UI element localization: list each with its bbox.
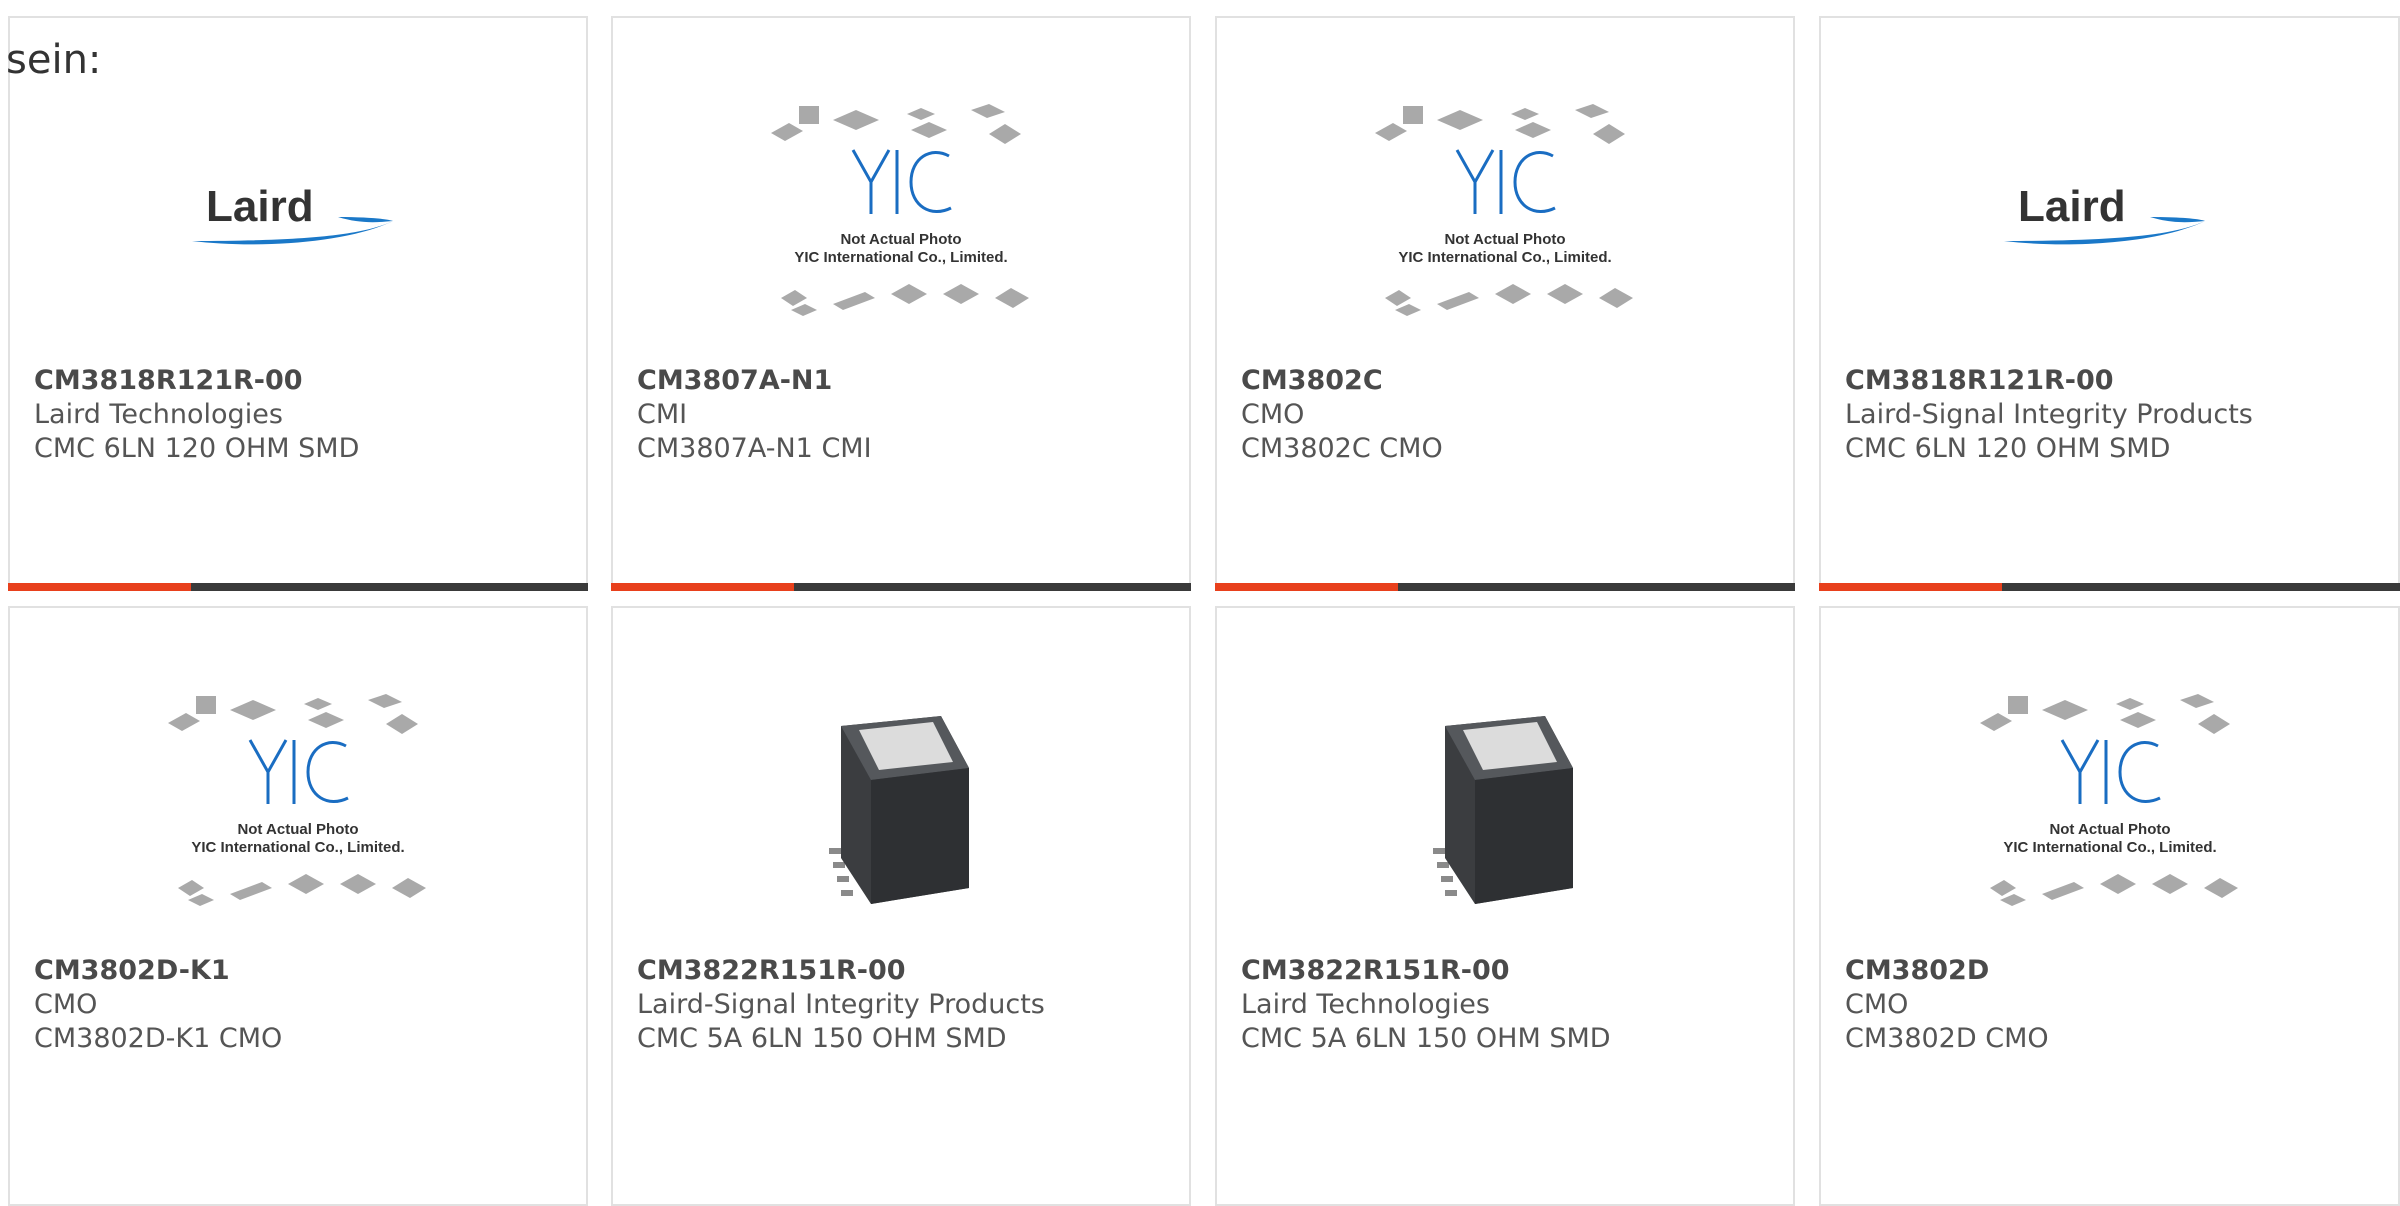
part-number[interactable]: CM3802D <box>1845 954 2388 988</box>
product-grid: Laird CM3818R121R-00 Laird Technologies … <box>0 0 2400 1206</box>
svg-text:Not Actual Photo: Not Actual Photo <box>2049 821 2170 838</box>
part-number[interactable]: CM3802C <box>1241 364 1783 398</box>
description: CMC 6LN 120 OHM SMD <box>34 433 360 464</box>
product-card[interactable]: Laird CM3818R121R-00 Laird-Signal Integr… <box>1819 16 2400 591</box>
product-image[interactable]: Laird <box>1821 78 2398 358</box>
manufacturer: CMO <box>1845 989 1909 1020</box>
yic-placeholder-image: Not Actual Photo YIC International Co., … <box>1979 694 2238 906</box>
card-bar-accent <box>1215 583 1398 591</box>
description: CM3802C CMO <box>1241 433 1443 464</box>
product-card[interactable]: Not Actual Photo YIC International Co., … <box>1819 606 2400 1206</box>
product-info: CM3822R151R-00 Laird Technologies CMC 5A… <box>1241 954 1783 1056</box>
description: CMC 5A 6LN 150 OHM SMD <box>1241 1023 1611 1054</box>
manufacturer: CMO <box>34 989 98 1020</box>
svg-text:Not Actual Photo: Not Actual Photo <box>840 231 961 248</box>
manufacturer: CMI <box>637 399 688 430</box>
manufacturer: CMO <box>1241 399 1305 430</box>
product-info: CM3807A-N1 CMI CM3807A-N1 CMI <box>637 364 1179 466</box>
svg-text:Laird: Laird <box>2018 183 2126 231</box>
svg-text:YIC International Co., Limited: YIC International Co., Limited. <box>2003 839 2216 856</box>
card-bar-accent <box>8 583 191 591</box>
product-card[interactable]: CM3822R151R-00 Laird-Signal Integrity Pr… <box>611 606 1191 1206</box>
svg-text:Not Actual Photo: Not Actual Photo <box>1444 231 1565 248</box>
product-image[interactable]: Not Actual Photo YIC International Co., … <box>1821 668 2398 948</box>
component-photo <box>1405 708 1605 908</box>
manufacturer: Laird-Signal Integrity Products <box>637 989 1045 1020</box>
component-photo <box>801 708 1001 908</box>
card-bar-accent <box>611 583 794 591</box>
part-number[interactable]: CM3818R121R-00 <box>1845 364 2388 398</box>
part-number[interactable]: CM3802D-K1 <box>34 954 576 988</box>
description: CM3802D CMO <box>1845 1023 2049 1054</box>
product-info: CM3802D CMO CM3802D CMO <box>1845 954 2388 1056</box>
manufacturer: Laird-Signal Integrity Products <box>1845 399 2253 430</box>
product-image[interactable]: Not Actual Photo YIC International Co., … <box>1217 78 1793 358</box>
manufacturer: Laird Technologies <box>1241 989 1490 1020</box>
yic-placeholder-image: Not Actual Photo YIC International Co., … <box>168 694 426 906</box>
product-image[interactable] <box>1217 668 1793 948</box>
yic-placeholder-image: Not Actual Photo YIC International Co., … <box>771 104 1029 316</box>
card-bar <box>1819 583 2400 591</box>
svg-text:Laird: Laird <box>206 183 314 231</box>
description: CMC 5A 6LN 150 OHM SMD <box>637 1023 1007 1054</box>
description: CM3802D-K1 CMO <box>34 1023 283 1054</box>
product-card[interactable]: Not Actual Photo YIC International Co., … <box>1215 16 1795 591</box>
svg-text:YIC International Co., Limited: YIC International Co., Limited. <box>1398 249 1611 266</box>
svg-text:YIC International Co., Limited: YIC International Co., Limited. <box>191 839 404 856</box>
description: CMC 6LN 120 OHM SMD <box>1845 433 2171 464</box>
part-number[interactable]: CM3822R151R-00 <box>1241 954 1783 988</box>
card-bar <box>1215 583 1795 591</box>
card-bar <box>611 583 1191 591</box>
product-info: CM3802D-K1 CMO CM3802D-K1 CMO <box>34 954 576 1056</box>
product-image[interactable] <box>613 668 1189 948</box>
laird-logo: Laird <box>2003 183 2205 245</box>
product-image[interactable]: Not Actual Photo YIC International Co., … <box>613 78 1189 358</box>
card-bar <box>8 583 588 591</box>
product-image[interactable]: Not Actual Photo YIC International Co., … <box>10 668 586 948</box>
card-bar-accent <box>1819 583 2002 591</box>
product-info: CM3818R121R-00 Laird-Signal Integrity Pr… <box>1845 364 2388 466</box>
svg-text:Not Actual Photo: Not Actual Photo <box>237 821 358 838</box>
product-card[interactable]: Not Actual Photo YIC International Co., … <box>611 16 1191 591</box>
product-info: CM3802C CMO CM3802C CMO <box>1241 364 1783 466</box>
product-card[interactable]: Laird CM3818R121R-00 Laird Technologies … <box>8 16 588 591</box>
description: CM3807A-N1 CMI <box>637 433 872 464</box>
product-info: CM3822R151R-00 Laird-Signal Integrity Pr… <box>637 954 1179 1056</box>
laird-logo: Laird <box>192 183 393 245</box>
product-info: CM3818R121R-00 Laird Technologies CMC 6L… <box>34 364 576 466</box>
product-card[interactable]: Not Actual Photo YIC International Co., … <box>8 606 588 1206</box>
part-number[interactable]: CM3822R151R-00 <box>637 954 1179 988</box>
intro-text: sein: <box>6 37 102 83</box>
part-number[interactable]: CM3818R121R-00 <box>34 364 576 398</box>
product-card[interactable]: CM3822R151R-00 Laird Technologies CMC 5A… <box>1215 606 1795 1206</box>
part-number[interactable]: CM3807A-N1 <box>637 364 1179 398</box>
svg-text:YIC International Co., Limited: YIC International Co., Limited. <box>794 249 1007 266</box>
manufacturer: Laird Technologies <box>34 399 283 430</box>
yic-placeholder-image: Not Actual Photo YIC International Co., … <box>1375 104 1633 316</box>
product-image[interactable]: Laird <box>10 78 586 358</box>
